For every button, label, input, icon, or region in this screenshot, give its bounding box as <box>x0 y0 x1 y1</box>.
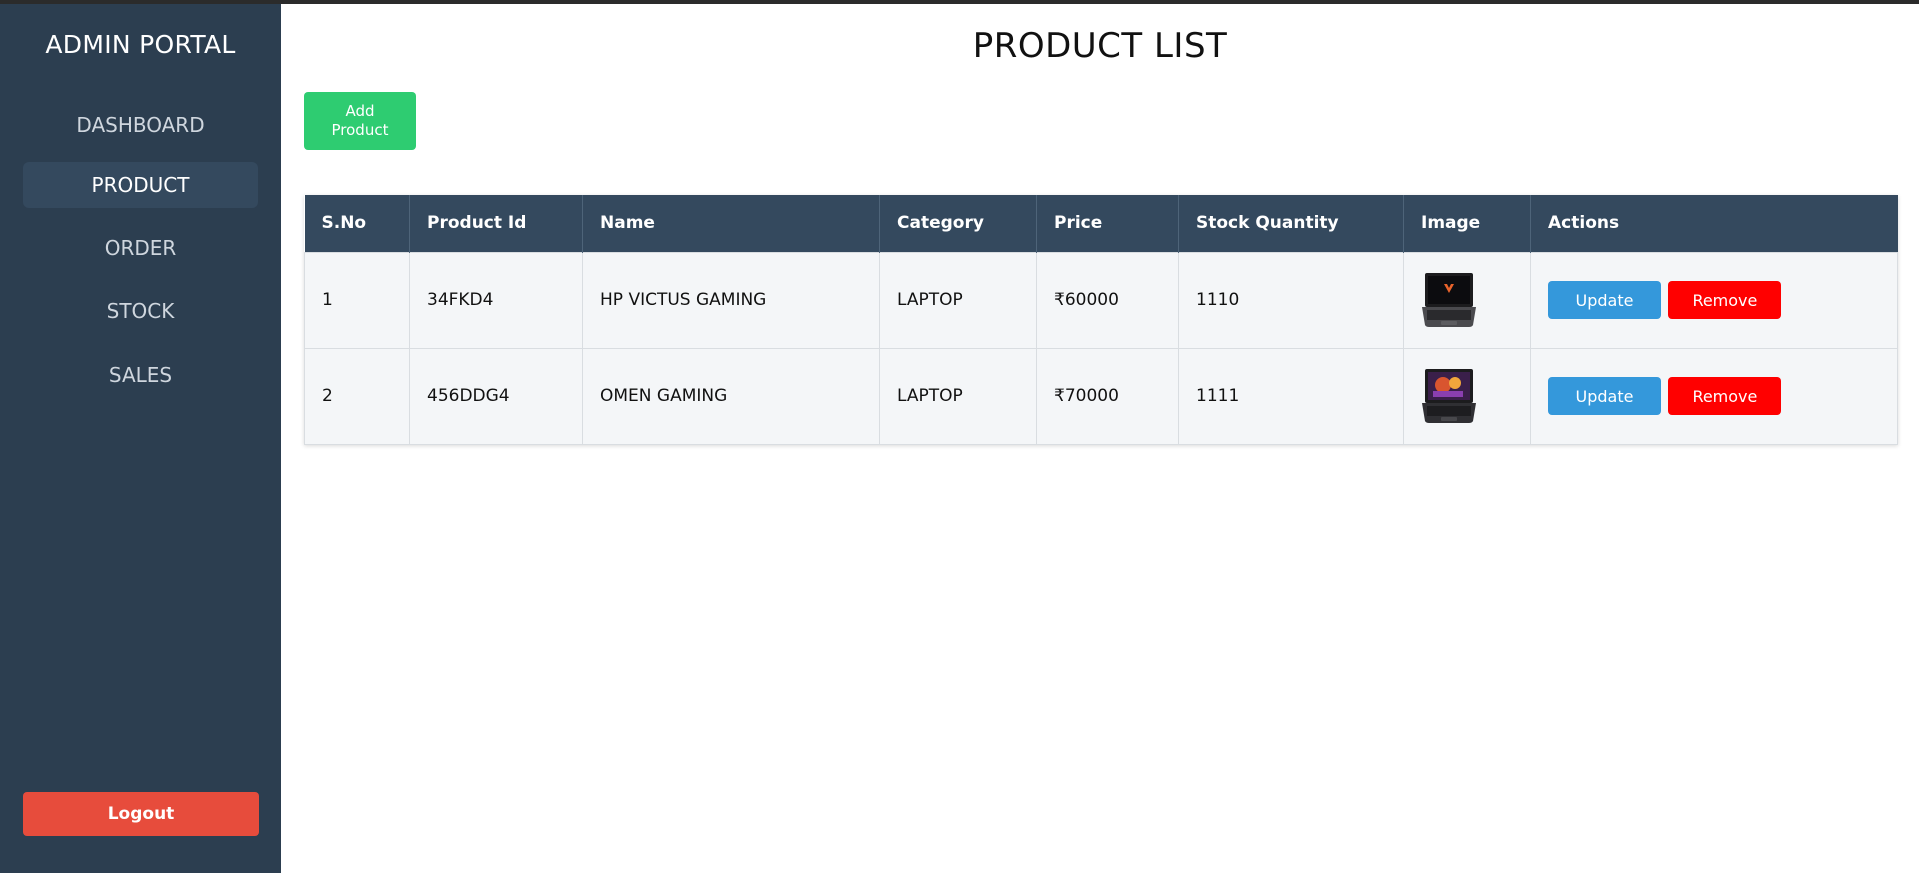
cell-category: LAPTOP <box>879 251 1037 349</box>
table-header-row: S.No Product Id Name Category Price Stoc… <box>304 195 1898 252</box>
cell-actions: Update Remove <box>1530 251 1898 349</box>
header-image: Image <box>1403 195 1531 252</box>
cell-sno: 1 <box>304 251 410 349</box>
sidebar-item-order[interactable]: ORDER <box>23 225 258 271</box>
update-button[interactable]: Update <box>1548 281 1661 319</box>
cell-name: HP VICTUS GAMING <box>582 251 880 349</box>
sidebar: ADMIN PORTAL DASHBOARD PRODUCT ORDER STO… <box>0 4 281 873</box>
cell-category: LAPTOP <box>879 347 1037 445</box>
logout-button[interactable]: Logout <box>23 792 259 836</box>
sidebar-item-sales[interactable]: SALES <box>23 352 258 398</box>
header-category: Category <box>879 195 1037 252</box>
update-button[interactable]: Update <box>1548 377 1661 415</box>
header-product-id: Product Id <box>409 195 583 252</box>
table-row: 1 34FKD4 HP VICTUS GAMING LAPTOP ₹60000 … <box>304 251 1898 349</box>
header-name: Name <box>582 195 880 252</box>
header-price: Price <box>1036 195 1179 252</box>
cell-image <box>1403 251 1531 349</box>
cell-product-id: 456DDG4 <box>409 347 583 445</box>
table-row: 2 456DDG4 OMEN GAMING LAPTOP ₹70000 1111 <box>304 347 1898 445</box>
header-stock-quantity: Stock Quantity <box>1178 195 1404 252</box>
add-product-button[interactable]: Add Product <box>304 92 416 150</box>
remove-button[interactable]: Remove <box>1668 281 1782 319</box>
product-table: S.No Product Id Name Category Price Stoc… <box>304 195 1898 445</box>
sidebar-item-product[interactable]: PRODUCT <box>23 162 258 208</box>
laptop-thumbnail-icon <box>1422 273 1476 327</box>
sidebar-item-dashboard[interactable]: DASHBOARD <box>23 102 258 148</box>
laptop-thumbnail-icon <box>1422 369 1476 423</box>
cell-stock: 1110 <box>1178 251 1404 349</box>
page-title: PRODUCT LIST <box>972 26 1228 66</box>
header-sno: S.No <box>304 195 410 252</box>
brand-title: ADMIN PORTAL <box>45 30 236 59</box>
cell-product-id: 34FKD4 <box>409 251 583 349</box>
cell-sno: 2 <box>304 347 410 445</box>
cell-stock: 1111 <box>1178 347 1404 445</box>
header-actions: Actions <box>1530 195 1898 252</box>
cell-image <box>1403 347 1531 445</box>
cell-price: ₹70000 <box>1036 347 1179 445</box>
remove-button[interactable]: Remove <box>1668 377 1782 415</box>
cell-price: ₹60000 <box>1036 251 1179 349</box>
cell-name: OMEN GAMING <box>582 347 880 445</box>
sidebar-item-stock[interactable]: STOCK <box>23 288 258 334</box>
main-content: PRODUCT LIST Add Product S.No Product Id… <box>281 4 1919 873</box>
cell-actions: Update Remove <box>1530 347 1898 445</box>
